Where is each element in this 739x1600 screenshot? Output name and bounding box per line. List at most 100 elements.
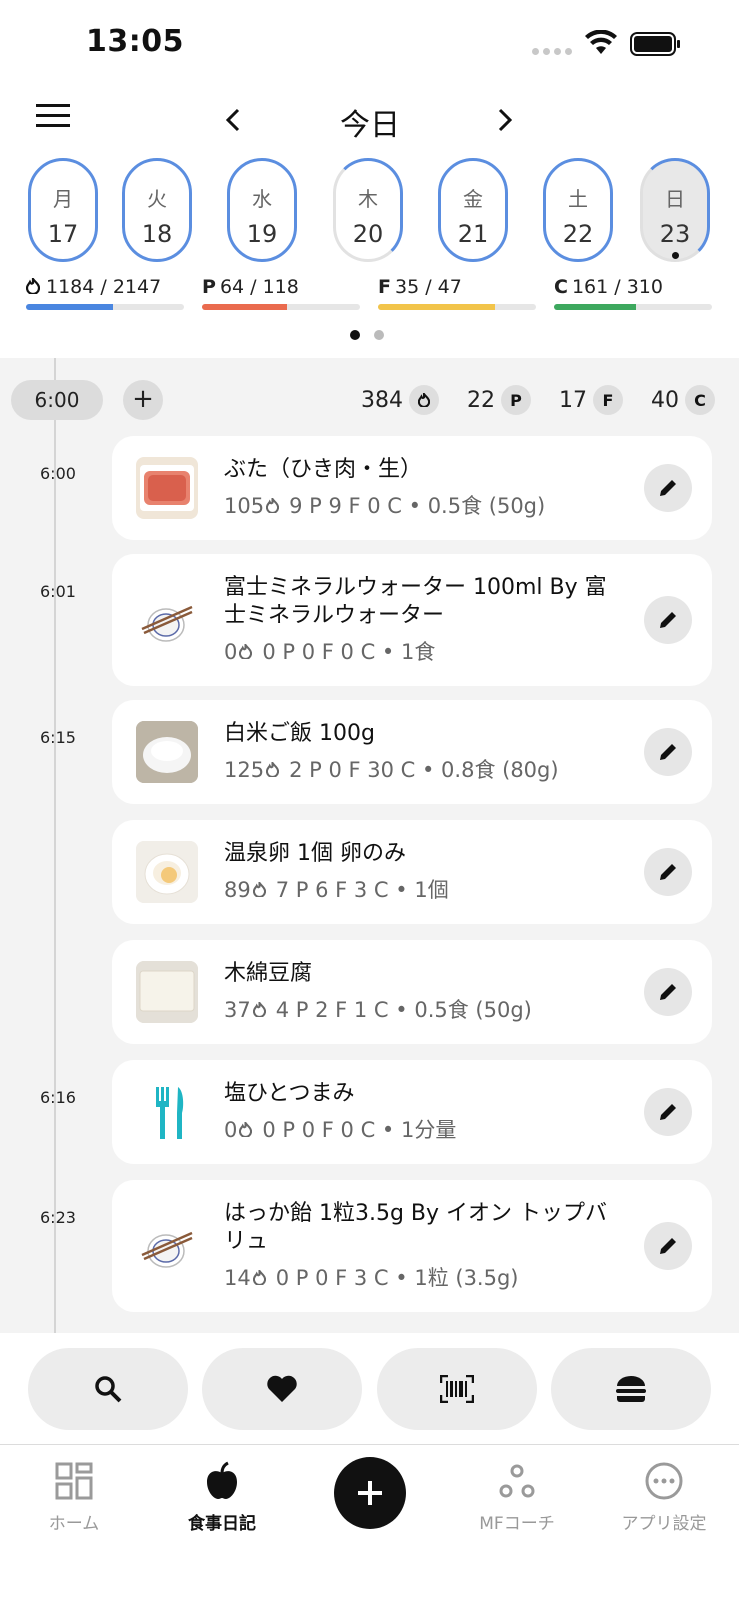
page-indicator (350, 330, 384, 340)
kcal-value: 1184 / 2147 (46, 276, 162, 298)
bowl-chopsticks-thumbnail (136, 589, 198, 651)
meat-thumbnail (136, 457, 198, 519)
food-nutrition: 0 0 P 0 F 0 C • 1分量 (224, 1114, 456, 1144)
chevron-left-icon[interactable] (222, 106, 246, 134)
day-sat[interactable]: 土 22 (543, 158, 613, 262)
food-nutrition: 14 0 P 0 F 3 C • 1粒 (3.5g) (224, 1262, 519, 1292)
day-mon[interactable]: 月 17 (28, 158, 98, 262)
edit-button[interactable] (644, 728, 692, 776)
day-thu[interactable]: 木 20 (333, 158, 403, 262)
day-wed[interactable]: 水 19 (227, 158, 297, 262)
flame-icon (239, 1119, 253, 1138)
rice-thumbnail (136, 721, 198, 783)
pencil-icon (660, 1104, 676, 1120)
chevron-right-icon[interactable] (492, 106, 516, 134)
time-pill[interactable]: 6:00 (11, 380, 103, 420)
bowl-chopsticks-thumbnail (136, 1215, 198, 1277)
food-entry-card[interactable]: はっか飴 1粒3.5g By イオン トップバリュ 14 0 P 0 F 3 C … (112, 1180, 712, 1312)
edit-button[interactable] (644, 968, 692, 1016)
food-name: はっか飴 1粒3.5g By イオン トップバリュ (224, 1201, 608, 1254)
fat-value: 35 / 47 (394, 276, 462, 298)
food-kcal: 125 (224, 758, 265, 782)
burger-icon (616, 1376, 646, 1402)
day-number: 23 (659, 220, 691, 248)
food-macros: 0 P 0 F 0 C • 1分量 (262, 1118, 457, 1142)
more-icon (645, 1462, 683, 1500)
food-nutrition: 37 4 P 2 F 1 C • 0.5食 (50g) (224, 994, 532, 1024)
day-number: 22 (562, 220, 594, 248)
macro-summary[interactable]: 1184 / 2147 P 64 / 118 F 35 / 47 C 161 / 31… (0, 275, 739, 316)
flame-icon (252, 879, 266, 898)
food-entry-card[interactable]: 富士ミネラルウォーター 100ml By 富士ミネラルウォーター 0 0 P 0 … (112, 554, 712, 686)
food-entry-card[interactable]: 木綿豆腐 37 4 P 2 F 1 C • 0.5食 (50g) (112, 940, 712, 1044)
day-number: 17 (47, 220, 79, 248)
favorites-button[interactable] (202, 1348, 362, 1430)
carbs-value: 161 / 310 (571, 276, 663, 298)
meal-button[interactable] (551, 1348, 711, 1430)
food-name: 温泉卵 1個 卵のみ (224, 841, 406, 866)
food-entry-card[interactable]: 白米ご飯 100g 125 2 P 0 F 30 C • 0.8食 (80g) (112, 700, 712, 804)
pencil-icon (660, 984, 676, 1000)
edit-button[interactable] (644, 1222, 692, 1270)
pencil-icon (660, 864, 676, 880)
page-dot-active (350, 330, 360, 340)
search-icon (95, 1376, 122, 1403)
total-carbs: 40 C (651, 385, 715, 415)
menu-icon[interactable] (36, 102, 72, 130)
barcode-icon (440, 1375, 474, 1403)
food-kcal: 14 (224, 1266, 251, 1290)
food-kcal: 0 (224, 1118, 238, 1142)
tab-food-diary[interactable]: 食事日記 (162, 1461, 282, 1534)
day-sun-selected[interactable]: 日 23 (640, 158, 710, 262)
edit-button[interactable] (644, 848, 692, 896)
battery-icon (630, 32, 680, 56)
food-kcal: 89 (224, 878, 251, 902)
entry-time: 6:16 (40, 1088, 76, 1107)
total-protein-value: 22 (467, 387, 495, 413)
day-name: 金 (463, 187, 483, 211)
day-number: 20 (352, 220, 384, 248)
food-macros: 0 P 0 F 3 C • 1粒 (3.5g) (275, 1266, 519, 1290)
meal-log[interactable]: 6:00 + 384 22 P 17 F 40 C 6:00 ぶた（ひき肉・生）… (0, 358, 739, 1333)
cutlery-icon (136, 1081, 198, 1143)
day-tue[interactable]: 火 18 (122, 158, 192, 262)
food-entry-card[interactable]: 温泉卵 1個 卵のみ 89 7 P 6 F 3 C • 1個 (112, 820, 712, 924)
add-entry-button[interactable] (334, 1457, 406, 1529)
add-time-button[interactable]: + (123, 380, 163, 420)
grid-icon (55, 1462, 93, 1500)
day-fri[interactable]: 金 21 (438, 158, 508, 262)
tab-label: 食事日記 (188, 1514, 256, 1534)
food-macros: 4 P 2 F 1 C • 0.5食 (50g) (275, 998, 532, 1022)
food-entry-card[interactable]: 塩ひとつまみ 0 0 P 0 F 0 C • 1分量 (112, 1060, 712, 1164)
day-name: 火 (147, 187, 167, 211)
tab-label: MFコーチ (479, 1514, 555, 1534)
food-entry-card[interactable]: ぶた（ひき肉・生） 105 9 P 9 F 0 C • 0.5食 (50g) (112, 436, 712, 540)
plus-icon (358, 1481, 382, 1505)
food-macros: 7 P 6 F 3 C • 1個 (275, 878, 449, 902)
day-number: 19 (246, 220, 278, 248)
food-macros: 0 P 0 F 0 C • 1食 (262, 640, 436, 664)
macro-kcal: 1184 / 2147 (25, 275, 184, 310)
day-name: 木 (358, 187, 378, 211)
total-fat: 17 F (559, 385, 623, 415)
food-kcal: 37 (224, 998, 251, 1022)
tab-home[interactable]: ホーム (14, 1461, 134, 1534)
tab-app-settings[interactable]: アプリ設定 (604, 1461, 724, 1534)
entry-time: 6:01 (40, 582, 76, 601)
edit-button[interactable] (644, 464, 692, 512)
food-name: ぶた（ひき肉・生） (224, 457, 423, 482)
edit-button[interactable] (644, 1088, 692, 1136)
flame-badge-icon (409, 385, 439, 415)
status-time: 13:05 (86, 24, 184, 59)
edit-button[interactable] (644, 596, 692, 644)
entry-time: 6:23 (40, 1208, 76, 1227)
tab-mf-coach[interactable]: MFコーチ (457, 1461, 577, 1534)
flame-icon (252, 999, 266, 1018)
food-name: 富士ミネラルウォーター 100ml By 富士ミネラルウォーター (224, 575, 607, 628)
day-name: 月 (53, 187, 73, 211)
total-kcal-value: 384 (361, 387, 403, 413)
food-nutrition: 125 2 P 0 F 30 C • 0.8食 (80g) (224, 754, 559, 784)
search-button[interactable] (28, 1348, 188, 1430)
flame-icon (266, 495, 280, 514)
barcode-button[interactable] (377, 1348, 537, 1430)
